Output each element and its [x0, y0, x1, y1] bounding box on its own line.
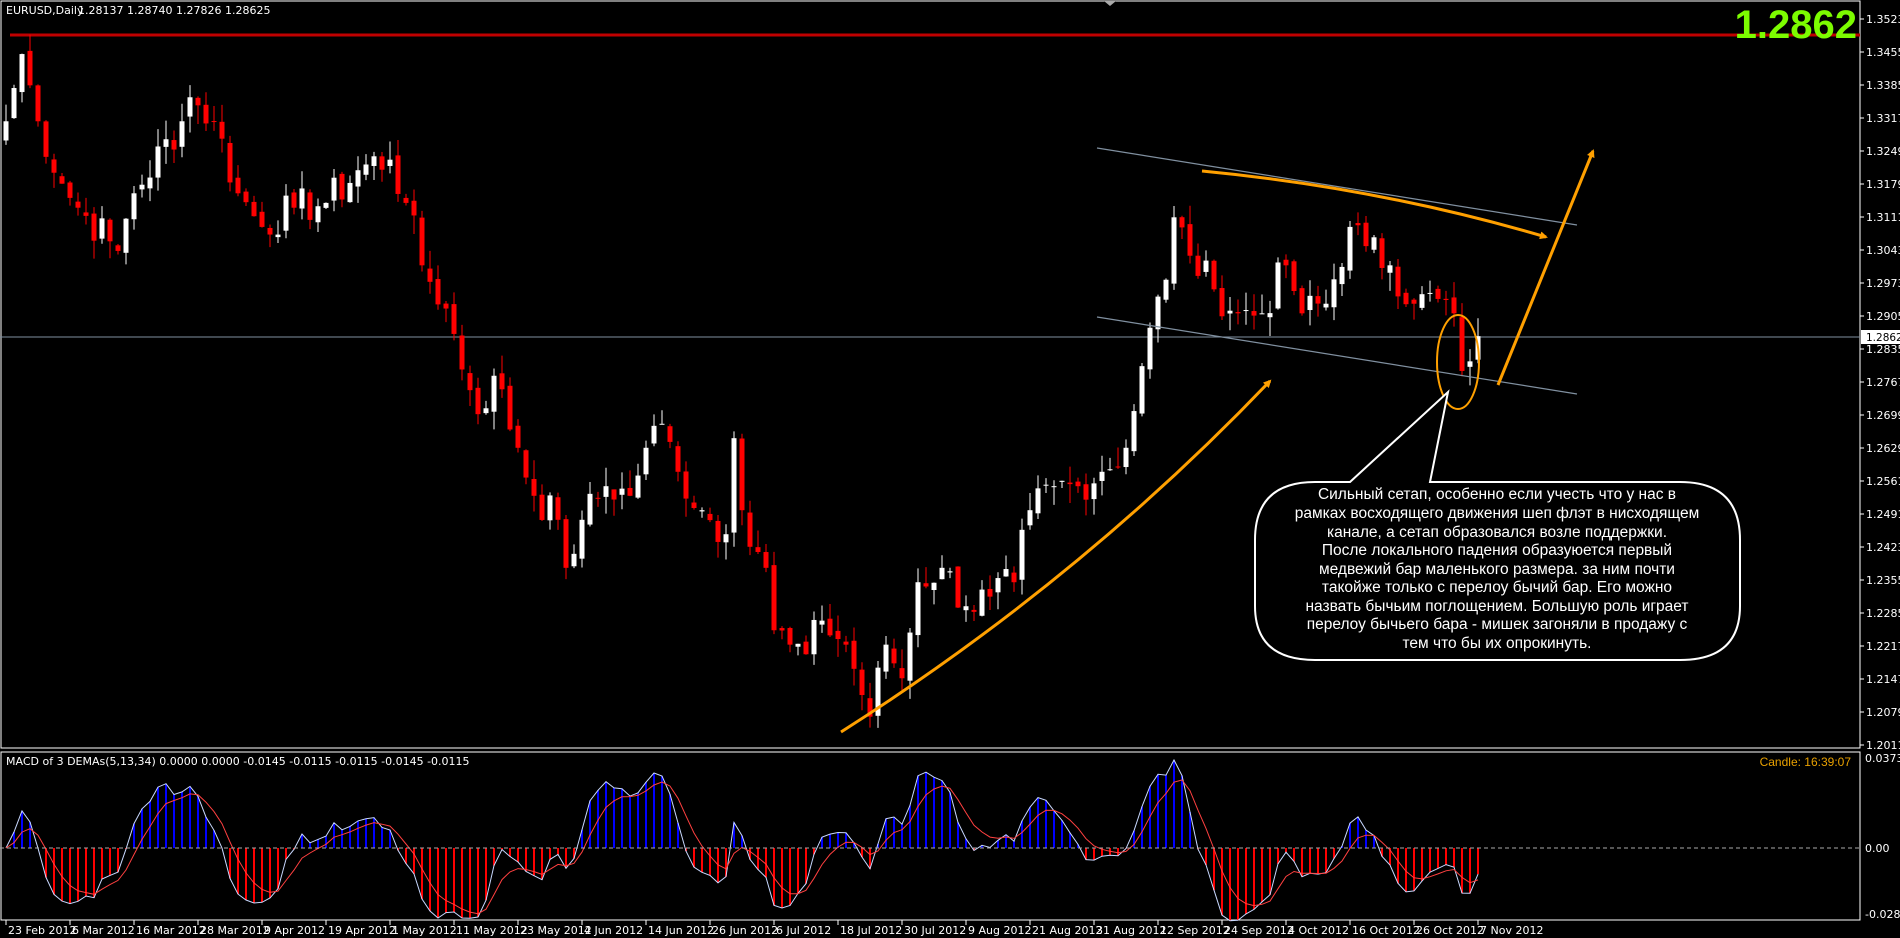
candle	[1347, 220, 1353, 279]
candle	[731, 431, 737, 547]
date-tick-label: 16 Mar 2012	[136, 924, 206, 937]
candle	[1131, 404, 1137, 456]
price-tick-label: 1.32490	[1866, 145, 1900, 158]
candle	[1171, 205, 1177, 290]
price-tick-label: 1.22170	[1866, 640, 1900, 653]
date-tick-label: 31 Aug 2012	[1096, 924, 1166, 937]
date-tick-label: 30 Jul 2012	[904, 924, 966, 937]
price-tick-label: 1.20110	[1866, 739, 1900, 752]
date-tick-label: 1 May 2012	[392, 924, 457, 937]
price-tick-label: 1.20790	[1866, 706, 1900, 719]
date-tick-label: 26 Oct 2012	[1416, 924, 1484, 937]
date-tick-label: 19 Apr 2012	[328, 924, 396, 937]
price-tick-label: 1.26290	[1866, 442, 1900, 455]
date-tick-label: 6 Mar 2012	[72, 924, 135, 937]
candle	[1275, 257, 1281, 310]
date-tick-label: 6 Jul 2012	[776, 924, 831, 937]
candle	[955, 566, 961, 609]
date-tick-label: 16 Oct 2012	[1352, 924, 1420, 937]
date-tick-label: 26 Jun 2012	[712, 924, 778, 937]
callout-text: Сильный сетап, особенно если учесть что …	[1294, 486, 1700, 653]
price-tick-label: 1.27670	[1866, 376, 1900, 389]
macd-label: MACD of 3 DEMAs(5,13,34) 0.0000 0.0000 -…	[6, 755, 470, 768]
date-tick-label: 4 Oct 2012	[1288, 924, 1349, 937]
macd-axis-bottom: -0.0282	[1865, 908, 1900, 921]
date-tick-label: 21 Aug 2012	[1032, 924, 1102, 937]
candle	[1291, 259, 1297, 296]
macd-axis-top: 0.0373	[1865, 752, 1900, 765]
candle-timer: Candle: 16:39:07	[1760, 755, 1852, 769]
candle	[1163, 278, 1169, 303]
price-tick-label: 1.29730	[1866, 277, 1900, 290]
date-tick-label: 11 May 2012	[456, 924, 528, 937]
price-tick-label: 1.21470	[1866, 673, 1900, 686]
price-tick-label: 1.35230	[1866, 13, 1900, 26]
price-tick-label: 1.33850	[1866, 79, 1900, 92]
price-tick-label: 1.24230	[1866, 541, 1900, 554]
candle	[11, 84, 17, 119]
date-tick-label: 18 Jul 2012	[840, 924, 902, 937]
price-chart[interactable]: EURUSD,Daily 1.28137 1.28740 1.27826 1.2…	[0, 0, 1900, 938]
chart-window: EURUSD,Daily 1.28137 1.28740 1.27826 1.2…	[0, 0, 1900, 938]
price-tick-label: 1.34550	[1866, 46, 1900, 59]
current-price-tag-label: 1.28625	[1866, 332, 1900, 344]
symbol-label: EURUSD,Daily	[6, 4, 84, 17]
price-axis[interactable]: 1.35230 1.34550 1.33850 1.33170 1.32490 1.317…	[1860, 13, 1900, 752]
date-tick-label: 28 Mar 2012	[200, 924, 270, 937]
price-tick-label: 1.25610	[1866, 475, 1900, 488]
date-tick-label: 23 Feb 2012	[8, 924, 76, 937]
price-tick-label: 1.31110	[1866, 211, 1900, 224]
candle	[1299, 285, 1305, 316]
price-tick-label: 1.26990	[1866, 409, 1900, 422]
candle	[419, 210, 425, 272]
date-tick-label: 9 Apr 2012	[264, 924, 325, 937]
price-tick-label: 1.24910	[1866, 508, 1900, 521]
date-tick-label: 4 Jun 2012	[584, 924, 643, 937]
price-tick-label: 1.23550	[1866, 574, 1900, 587]
candle	[35, 84, 41, 127]
price-tick-label: 1.22850	[1866, 607, 1900, 620]
candle	[1211, 259, 1217, 292]
big-price-display: 1.2862	[1735, 3, 1857, 47]
date-tick-label: 7 Nov 2012	[1480, 924, 1543, 937]
date-tick-label: 14 Jun 2012	[648, 924, 714, 937]
ohlc-readout: 1.28137 1.28740 1.27826 1.28625	[78, 4, 270, 17]
date-tick-label: 9 Aug 2012	[968, 924, 1031, 937]
price-tick-label: 1.28350	[1866, 343, 1900, 356]
price-tick-label: 1.31790	[1866, 178, 1900, 191]
price-tick-label: 1.29050	[1866, 310, 1900, 323]
candle	[1139, 362, 1145, 417]
price-tick-label: 1.33170	[1866, 112, 1900, 125]
date-tick-label: 24 Sep 2012	[1224, 924, 1294, 937]
macd-axis-zero: 0.00	[1865, 842, 1890, 855]
date-tick-label: 12 Sep 2012	[1160, 924, 1230, 937]
date-tick-label: 23 May 2012	[520, 924, 592, 937]
price-tick-label: 1.30430	[1866, 244, 1900, 257]
